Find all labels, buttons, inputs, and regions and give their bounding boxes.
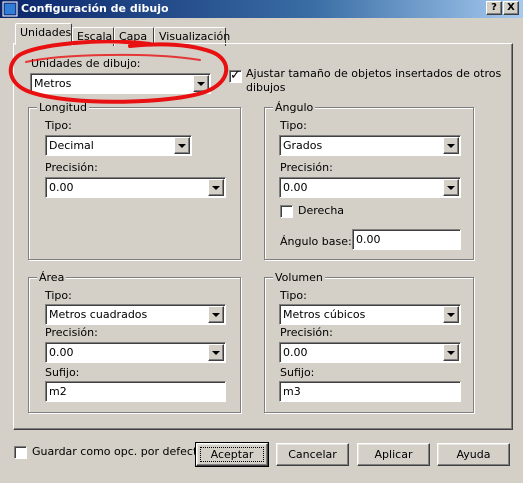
- drawing-units-select[interactable]: Metros: [30, 73, 211, 94]
- length-precision-value: 0.00: [49, 181, 74, 194]
- drawing-units-value: Metros: [34, 77, 72, 90]
- chevron-down-icon[interactable]: [443, 179, 459, 196]
- area-precision-value: 0.00: [49, 346, 74, 359]
- save-default-checkbox[interactable]: [14, 446, 27, 459]
- area-suffix-value: m2: [49, 385, 67, 398]
- help-button[interactable]: Ayuda: [437, 443, 510, 466]
- tab-capa-label: Capa: [119, 30, 148, 43]
- length-type-select[interactable]: Decimal: [45, 135, 192, 156]
- tab-panel-unidades: Unidades de dibujo: Metros ✓ Ajustar tam…: [13, 43, 513, 430]
- area-group: Área Tipo: Metros cuadrados Precisión: 0…: [28, 271, 241, 413]
- volume-precision-value: 0.00: [283, 346, 308, 359]
- area-type-value: Metros cuadrados: [49, 308, 148, 321]
- length-legend: Longitud: [37, 101, 89, 114]
- checkmark-icon: ✓: [230, 68, 241, 83]
- clockwise-label: Derecha: [298, 204, 345, 217]
- ok-button[interactable]: Aceptar: [195, 442, 269, 467]
- length-type-label: Tipo:: [45, 119, 72, 132]
- close-caption-button[interactable]: X: [503, 1, 519, 15]
- area-type-select[interactable]: Metros cuadrados: [45, 304, 226, 325]
- scale-inserted-label-line2: dibujos: [246, 81, 286, 94]
- volume-group: Volumen Tipo: Metros cúbicos Precisión: …: [264, 271, 474, 413]
- length-precision-label: Precisión:: [45, 161, 98, 174]
- length-group: Longitud Tipo: Decimal Precisión: 0.00: [28, 101, 241, 260]
- chevron-down-icon[interactable]: [443, 306, 459, 323]
- scale-inserted-label-line1: Ajustar tamaño de objetos insertados de …: [246, 67, 502, 80]
- scale-inserted-checkbox[interactable]: ✓: [229, 68, 242, 83]
- title-bar[interactable]: Configuración de dibujo ? X: [0, 0, 523, 18]
- volume-type-select[interactable]: Metros cúbicos: [279, 304, 461, 325]
- volume-type-label: Tipo:: [280, 289, 307, 302]
- cancel-button[interactable]: Cancelar: [276, 443, 349, 466]
- chevron-down-icon[interactable]: [208, 179, 224, 196]
- app-icon: [2, 1, 18, 17]
- angle-type-value: Grados: [283, 139, 323, 152]
- chevron-down-icon[interactable]: [443, 344, 459, 361]
- volume-type-value: Metros cúbicos: [283, 308, 366, 321]
- length-type-value: Decimal: [49, 139, 94, 152]
- cancel-button-label: Cancelar: [288, 448, 337, 461]
- volume-precision-label: Precisión:: [280, 326, 333, 339]
- chevron-down-icon[interactable]: [193, 75, 209, 92]
- angle-base-label: Ángulo base:: [280, 235, 352, 248]
- volume-legend: Volumen: [273, 271, 325, 284]
- length-precision-select[interactable]: 0.00: [45, 177, 226, 198]
- tab-visualizacion-label: Visualización: [159, 30, 231, 43]
- angle-precision-label: Precisión:: [280, 161, 333, 174]
- tab-unidades-label: Unidades: [20, 26, 72, 39]
- angle-type-select[interactable]: Grados: [279, 135, 461, 156]
- angle-group: Ángulo Tipo: Grados Precisión: 0.00 Dere…: [264, 101, 474, 260]
- tab-escala-label: Escala: [77, 30, 113, 43]
- angle-base-input[interactable]: 0.00: [352, 229, 461, 250]
- drawing-units-label: Unidades de dibujo:: [31, 57, 141, 70]
- chevron-down-icon[interactable]: [208, 306, 224, 323]
- clockwise-checkbox[interactable]: [280, 205, 293, 218]
- angle-legend: Ángulo: [273, 101, 316, 114]
- area-suffix-input[interactable]: m2: [45, 381, 226, 402]
- close-icon: X: [507, 2, 515, 13]
- window-title: Configuración de dibujo: [21, 2, 169, 15]
- chevron-down-icon[interactable]: [208, 344, 224, 361]
- volume-suffix-label: Sufijo:: [280, 366, 315, 379]
- area-legend: Área: [37, 271, 67, 284]
- area-type-label: Tipo:: [45, 289, 72, 302]
- angle-precision-select[interactable]: 0.00: [279, 177, 461, 198]
- help-caption-button[interactable]: ?: [486, 1, 502, 15]
- angle-precision-value: 0.00: [283, 181, 308, 194]
- chevron-down-icon[interactable]: [443, 137, 459, 154]
- help-button-label: Ayuda: [456, 448, 491, 461]
- area-suffix-label: Sufijo:: [45, 366, 80, 379]
- chevron-down-icon[interactable]: [174, 137, 190, 154]
- apply-button-label: Aplicar: [374, 448, 413, 461]
- area-precision-select[interactable]: 0.00: [45, 342, 226, 363]
- focus-rect: [200, 447, 264, 462]
- area-precision-label: Precisión:: [45, 326, 98, 339]
- volume-precision-select[interactable]: 0.00: [279, 342, 461, 363]
- apply-button[interactable]: Aplicar: [357, 443, 430, 466]
- save-default-label: Guardar como opc. por defecto: [32, 445, 204, 458]
- tab-unidades[interactable]: Unidades: [15, 23, 72, 45]
- angle-type-label: Tipo:: [280, 119, 307, 132]
- volume-suffix-input[interactable]: m3: [279, 381, 461, 402]
- angle-base-value: 0.00: [356, 233, 381, 246]
- volume-suffix-value: m3: [283, 385, 301, 398]
